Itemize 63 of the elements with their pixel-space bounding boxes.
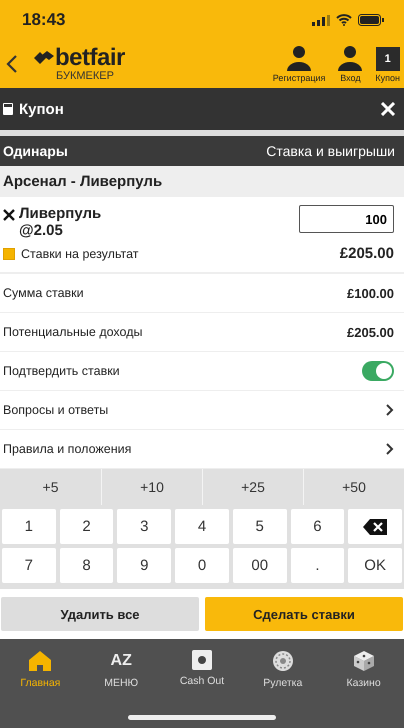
wifi-icon [336, 14, 352, 26]
row-label: Подтвердить ставки [3, 364, 120, 378]
row-value: £100.00 [347, 286, 394, 300]
returns-value: £205.00 [340, 245, 394, 262]
keypad-key[interactable]: 00 [232, 548, 287, 583]
backspace-key[interactable] [348, 509, 402, 544]
coupon-title: Купон [19, 100, 64, 118]
keypad-key[interactable]: 8 [60, 548, 114, 583]
keypad-key[interactable]: 4 [175, 509, 229, 544]
person-icon [337, 45, 364, 71]
nav-tab[interactable]: AZ МЕНЮ [80, 649, 162, 690]
nav-tab[interactable]: Рулетка [242, 649, 324, 690]
status-time: 18:43 [22, 10, 66, 30]
keypad-key[interactable]: 5 [232, 509, 287, 544]
place-bets-button[interactable]: Сделать ставки [205, 597, 403, 631]
keypad-key[interactable]: 1 [2, 509, 56, 544]
chevron-icon[interactable] [386, 443, 394, 455]
remove-icon[interactable] [3, 209, 15, 221]
nav-tab[interactable]: Cash Out [162, 649, 242, 690]
section-subtitle: Ставка и выигрыши [266, 143, 395, 159]
backspace-icon [363, 518, 388, 534]
az-icon: AZ [110, 650, 132, 672]
confirm-toggle[interactable] [362, 361, 394, 381]
selection-name: Ливерпуль [19, 205, 102, 222]
nav-tab[interactable]: Главная [0, 649, 81, 690]
coupon-count: 1 [376, 47, 400, 71]
row-label: Вопросы и ответы [3, 403, 108, 417]
row-value: £205.00 [347, 324, 394, 340]
close-icon[interactable] [381, 102, 395, 116]
logo-tagline: БУКМЕКЕР [56, 70, 115, 82]
battery-icon [358, 14, 384, 26]
person-icon [286, 45, 312, 71]
section-title: Одинары [3, 143, 68, 159]
row-label: Правила и положения [3, 442, 132, 456]
signal-icon [312, 14, 330, 26]
row-label: Потенциальные доходы [3, 325, 142, 339]
remove-all-button[interactable]: Удалить все [1, 597, 199, 631]
keypad-key[interactable]: . [290, 548, 344, 583]
keypad-key[interactable]: OK [348, 548, 402, 583]
stake-field[interactable]: 100 [299, 205, 394, 233]
selection-odds: @2.05 [19, 222, 64, 239]
chevron-icon[interactable] [386, 404, 394, 416]
keypad-key[interactable]: 9 [117, 548, 172, 583]
dice-icon [352, 650, 375, 672]
calculator-icon [3, 103, 13, 115]
roulette-icon [272, 650, 294, 672]
logo-text: betfair [55, 46, 125, 70]
header-action[interactable]: Регистрация [272, 45, 326, 83]
keypad-key[interactable]: 7 [2, 548, 56, 583]
header-action[interactable]: 1 Купон [375, 47, 400, 83]
logo-icon [34, 51, 54, 65]
home-icon [28, 650, 52, 672]
keypad-key[interactable]: 3 [117, 509, 172, 544]
event-title: Арсенал - Ливерпуль [3, 173, 162, 190]
back-icon[interactable] [6, 54, 18, 74]
keypad-key[interactable]: 0 [175, 548, 229, 583]
keypad-key[interactable]: 6 [290, 509, 344, 544]
market-icon [3, 248, 15, 260]
keypad-key[interactable]: 2 [60, 509, 114, 544]
row-label: Сумма ставки [3, 286, 84, 300]
nav-tab[interactable]: Казино [323, 649, 404, 690]
header-action[interactable]: Вход [337, 45, 364, 83]
market-label: Ставки на результат [21, 246, 138, 260]
